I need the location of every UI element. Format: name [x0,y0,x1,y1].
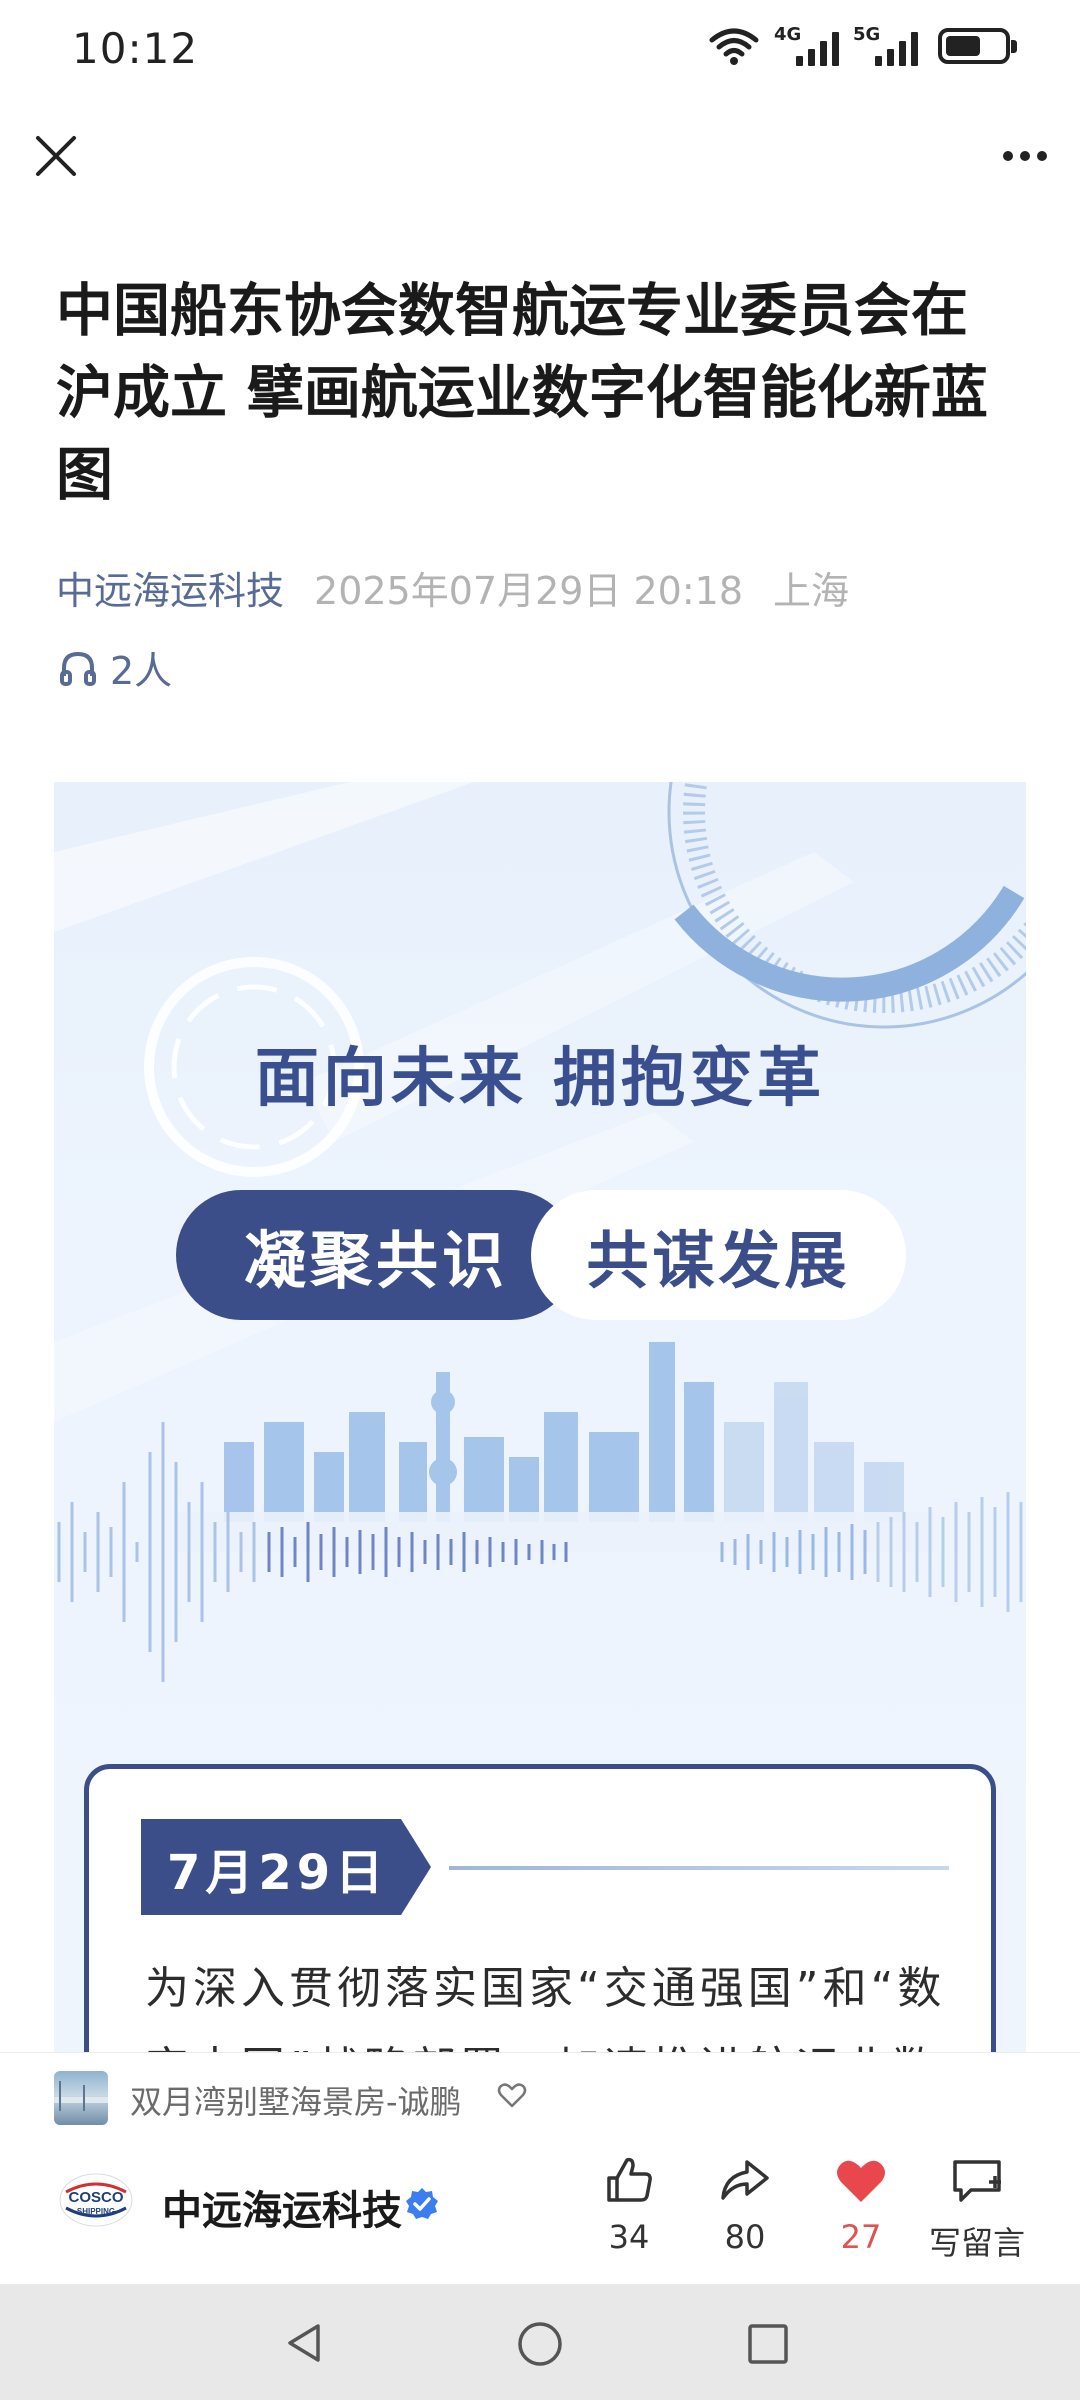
like-button[interactable]: 34 [574,2152,684,2282]
wifi-icon [709,28,759,65]
close-icon[interactable] [28,128,84,184]
poster-headline: 面向未来 拥抱变革 [254,1042,826,1116]
poster-text-card: 7月29日 为深入贯彻落实国家“交通强国”和“数字中国”战略部署，加速推进航运业… [84,1764,996,2052]
publish-location: 上海 [773,569,850,613]
recents-nav-icon[interactable] [746,2322,790,2366]
comment-icon [953,2160,1001,2202]
article-meta: 中远海运科技 2025年07月29日 20:18 上海 [56,560,849,615]
music-thumbnail [54,2071,108,2125]
pill-left-text: 凝聚共识 [176,1190,576,1320]
like-count: 34 [608,2218,650,2256]
thumbs-up-icon [607,2157,652,2202]
date-tag: 7月29日 [141,1819,431,1915]
more-icon[interactable] [990,128,1060,184]
comment-label: 写留言 [928,2224,1025,2262]
listener-count: 2人 [110,649,173,693]
recommend-heart-button[interactable]: 27 [806,2152,916,2282]
status-bar: 10:12 4G 5G [0,0,1080,100]
pill-right-text: 共谋发展 [531,1190,906,1320]
verified-icon [406,2188,438,2219]
top-nav [0,110,1080,200]
signal-2-label: 5G [853,24,881,45]
share-count: 80 [724,2218,766,2256]
signal-icon: 4G [774,24,839,66]
back-nav-icon[interactable] [282,2320,328,2366]
heart-icon [837,2160,885,2202]
write-comment-button[interactable]: 写留言 [922,2152,1032,2282]
author-link[interactable]: 中远海运科技 [56,560,284,615]
date-divider [449,1866,949,1870]
music-title: 双月湾别墅海景房-诚鹏 [130,2083,462,2121]
home-nav-icon[interactable] [516,2320,564,2368]
listen-button[interactable]: 2人 [58,640,172,695]
background-music-bar[interactable]: 双月湾别墅海景房-诚鹏 [0,2052,1080,2144]
signal-1-label: 4G [774,24,802,45]
share-icon [721,2160,769,2200]
article-poster-image: 面向未来 拥抱变革 凝聚共识 共谋发展 7月29日 为深入贯彻落实国家“交通强国… [54,782,1026,2052]
status-icons: 4G 5G [708,24,1017,66]
status-time: 10:12 [72,24,199,73]
account-name[interactable]: 中远海运科技 [162,2178,402,2236]
article-title: 中国船东协会数智航运专业委员会在沪成立 擘画航运业数字化智能化新蓝图 [56,278,988,508]
battery-icon [938,28,1017,64]
bottom-action-bar: COSCO SHIPPING 中远海运科技 34 80 27 写留言 [0,2144,1080,2284]
headphones-icon [60,651,96,686]
heart-outline-icon[interactable] [496,2079,528,2111]
heart-count: 27 [840,2218,882,2256]
logo-text: COSCO [68,2189,123,2206]
signal-icon: 5G [853,24,918,66]
share-button[interactable]: 80 [690,2152,800,2282]
system-nav-bar [0,2284,1080,2400]
date-tag-text: 7月29日 [167,1845,389,1901]
poster-body-text: 为深入贯彻落实国家“交通强国”和“数字中国”战略部署，加速推进航运业数 [145,1963,946,2052]
publish-datetime: 2025年07月29日 20:18 [314,569,744,613]
poster-pill: 凝聚共识 共谋发展 [176,1190,906,1320]
account-logo[interactable]: COSCO SHIPPING [56,2168,136,2232]
